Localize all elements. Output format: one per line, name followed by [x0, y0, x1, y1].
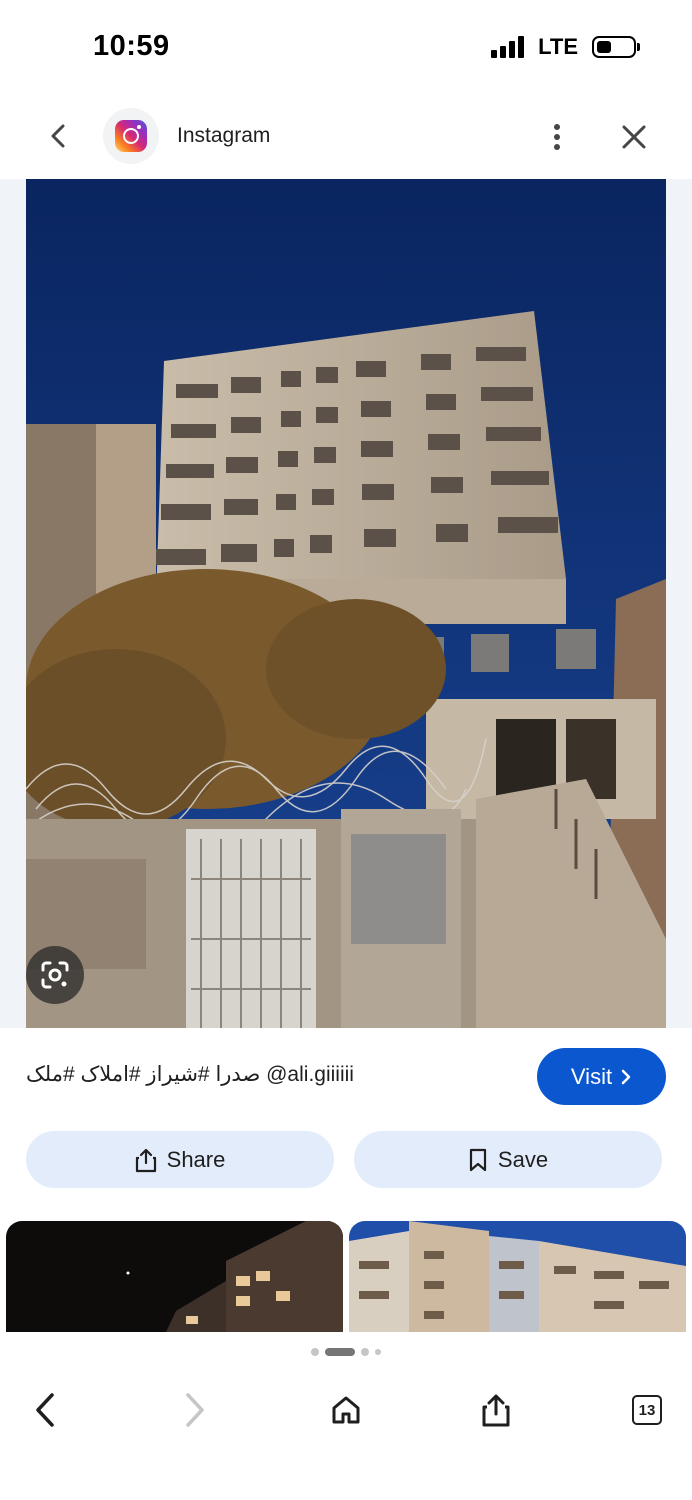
status-bar: 10:59 LTE — [0, 0, 692, 96]
tabs-icon[interactable]: 13 — [627, 1390, 667, 1430]
related-image-thumbnail[interactable] — [349, 1221, 686, 1332]
carousel-dot-active — [325, 1348, 355, 1356]
tab-count: 13 — [632, 1395, 662, 1425]
visit-label: Visit — [570, 1063, 613, 1089]
status-time: 10:59 — [93, 30, 170, 62]
carousel-dot — [311, 1348, 319, 1356]
back-icon[interactable] — [25, 1390, 65, 1430]
building-photo[interactable] — [26, 179, 666, 1028]
share-button[interactable]: Share — [26, 1131, 334, 1188]
share-page-icon[interactable] — [476, 1390, 516, 1430]
more-vert-icon[interactable] — [540, 116, 574, 158]
carousel-dot — [361, 1348, 369, 1356]
share-label: Share — [166, 1146, 226, 1172]
bookmark-icon — [469, 1148, 487, 1171]
battery-icon — [592, 36, 640, 58]
browser-toolbar: 13 — [0, 1376, 692, 1446]
instagram-logo-icon[interactable] — [103, 108, 159, 164]
back-chevron-icon[interactable] — [40, 118, 76, 154]
network-type: LTE — [538, 34, 578, 59]
carousel-dot — [375, 1349, 381, 1355]
save-label: Save — [497, 1146, 549, 1172]
home-icon[interactable] — [326, 1390, 366, 1430]
status-indicators: LTE — [491, 34, 640, 60]
source-header: Instagram — [0, 100, 692, 174]
main-image-panel — [0, 179, 692, 1028]
source-name[interactable]: Instagram — [177, 124, 270, 148]
signal-icon — [491, 36, 525, 58]
save-button[interactable]: Save — [354, 1131, 662, 1188]
post-caption: صدرا #شیراز #املاک #ملک @ali.giiiiii — [26, 1063, 354, 1086]
carousel-indicator — [0, 1348, 692, 1356]
chevron-right-icon — [621, 1069, 631, 1084]
forward-icon[interactable] — [175, 1390, 215, 1430]
google-lens-icon[interactable] — [26, 946, 84, 1004]
close-icon[interactable] — [616, 119, 652, 155]
visit-button[interactable]: Visit — [537, 1048, 666, 1105]
related-image-thumbnail[interactable] — [6, 1221, 343, 1332]
share-icon — [135, 1148, 156, 1172]
